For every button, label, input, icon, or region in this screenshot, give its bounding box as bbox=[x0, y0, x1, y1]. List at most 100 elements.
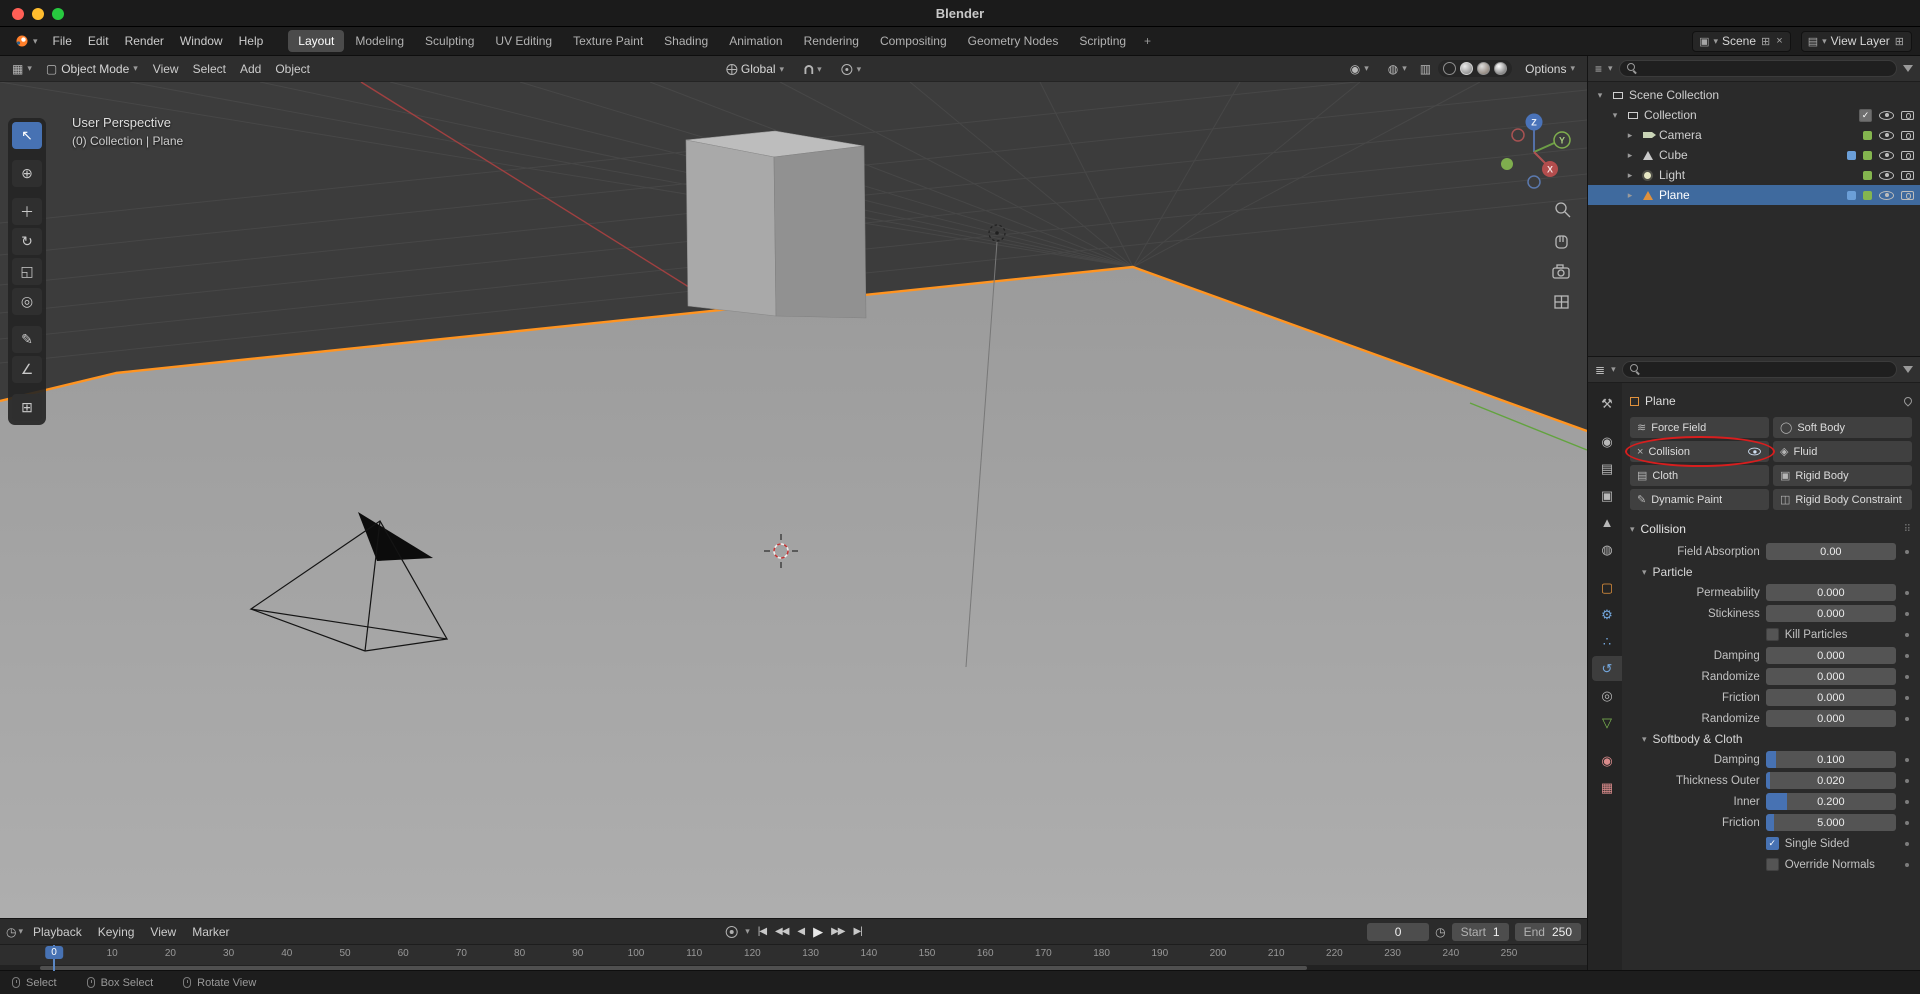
play-button[interactable]: ▶ bbox=[813, 924, 822, 940]
workspace-tab-rendering[interactable]: Rendering bbox=[794, 30, 869, 52]
editor-type-button[interactable]: ▦ ▾ bbox=[6, 60, 38, 78]
disclosure-arrow[interactable]: ▾ bbox=[1594, 90, 1606, 101]
stickiness-field[interactable]: 0.000 bbox=[1766, 605, 1896, 622]
friction-field[interactable]: 5.000 bbox=[1766, 814, 1896, 831]
workspace-tab-animation[interactable]: Animation bbox=[719, 30, 792, 52]
animate-dot[interactable] bbox=[1902, 550, 1912, 554]
output-properties-tab[interactable]: ▤ bbox=[1592, 456, 1622, 481]
solid-shading-button[interactable] bbox=[1460, 62, 1473, 75]
disable-in-render-camera-icon[interactable] bbox=[1901, 111, 1914, 120]
collision-visibility-eye-icon[interactable] bbox=[1748, 448, 1761, 456]
gizmo-y-negative[interactable] bbox=[1501, 158, 1513, 170]
viewport-menu-view[interactable]: View bbox=[146, 60, 186, 78]
randomize-field[interactable]: 0.000 bbox=[1766, 710, 1896, 727]
particles-properties-tab[interactable]: ∴ bbox=[1592, 629, 1622, 654]
frame-start-field[interactable]: Start 1 bbox=[1452, 923, 1509, 941]
select-box-tool-button[interactable]: ↖ bbox=[12, 122, 42, 149]
wireframe-shading-button[interactable] bbox=[1443, 62, 1456, 75]
playhead-badge[interactable]: 0 bbox=[45, 946, 63, 959]
transform-tool-button[interactable]: ◎ bbox=[12, 288, 42, 315]
cursor-tool-button[interactable]: ⊕ bbox=[12, 160, 42, 187]
view-layer-properties-tab[interactable]: ▣ bbox=[1592, 483, 1622, 508]
timeline-menu-view[interactable]: View bbox=[142, 922, 184, 942]
hide-in-viewport-eye-icon[interactable] bbox=[1879, 151, 1894, 160]
material-preview-button[interactable] bbox=[1477, 62, 1490, 75]
animate-dot[interactable] bbox=[1902, 779, 1912, 783]
inner-field[interactable]: 0.200 bbox=[1766, 793, 1896, 810]
filter-icon[interactable] bbox=[1903, 366, 1913, 373]
friction-field[interactable]: 0.000 bbox=[1766, 689, 1896, 706]
rotate-tool-button[interactable]: ↻ bbox=[12, 228, 42, 255]
toggle-xray-button[interactable]: ▥ bbox=[1420, 62, 1431, 76]
frame-end-field[interactable]: End 250 bbox=[1515, 923, 1581, 941]
workspace-tab-modeling[interactable]: Modeling bbox=[345, 30, 414, 52]
menu-window[interactable]: Window bbox=[172, 31, 231, 51]
timeline-editor-icon[interactable]: ◷ bbox=[6, 925, 16, 939]
show-gizmos-toggle[interactable]: ◉ ▾ bbox=[1344, 60, 1375, 78]
animate-dot[interactable] bbox=[1902, 863, 1912, 867]
override-normals-checkbox[interactable] bbox=[1766, 858, 1779, 871]
3d-viewport-canvas[interactable]: Z Y X bbox=[0, 56, 1587, 918]
collision-panel-header[interactable]: ▾ Collision ⠿ bbox=[1630, 517, 1912, 541]
gizmo-z-negative[interactable] bbox=[1528, 176, 1540, 188]
material-properties-tab[interactable]: ◉ bbox=[1592, 748, 1622, 773]
next-keyframe-button[interactable]: ▶▶ bbox=[831, 926, 844, 937]
viewport-menu-add[interactable]: Add bbox=[233, 60, 268, 78]
animate-dot[interactable] bbox=[1902, 654, 1912, 658]
animate-dot[interactable] bbox=[1902, 717, 1912, 721]
rigid-body-button[interactable]: ▣Rigid Body bbox=[1773, 465, 1912, 486]
measure-tool-button[interactable]: ∠ bbox=[12, 356, 42, 383]
close-window-button[interactable] bbox=[12, 8, 24, 20]
disclosure-arrow[interactable]: ▸ bbox=[1624, 130, 1636, 141]
outliner-row-camera[interactable]: ▸Camera bbox=[1588, 125, 1920, 145]
single-sided-checkbox[interactable]: ✓ bbox=[1766, 837, 1779, 850]
preview-range-icon[interactable]: ◷ bbox=[1435, 925, 1445, 939]
object-properties-tab[interactable]: ▢ bbox=[1592, 575, 1622, 600]
hide-in-viewport-eye-icon[interactable] bbox=[1879, 191, 1894, 200]
properties-search-input[interactable] bbox=[1622, 361, 1897, 378]
unlink-scene-button[interactable]: × bbox=[1775, 35, 1783, 47]
workspace-tab-shading[interactable]: Shading bbox=[654, 30, 718, 52]
animate-dot[interactable] bbox=[1902, 800, 1912, 804]
menu-render[interactable]: Render bbox=[117, 31, 172, 51]
texture-properties-tab[interactable]: ▦ bbox=[1592, 775, 1622, 800]
annotate-tool-button[interactable]: ✎ bbox=[12, 326, 42, 353]
animate-dot[interactable] bbox=[1902, 591, 1912, 595]
hide-in-viewport-eye-icon[interactable] bbox=[1879, 111, 1894, 120]
workspace-tab-texture-paint[interactable]: Texture Paint bbox=[563, 30, 653, 52]
play-reverse-button[interactable]: ◀ bbox=[797, 926, 804, 937]
cloth-button[interactable]: ▤Cloth bbox=[1630, 465, 1769, 486]
disable-in-render-camera-icon[interactable] bbox=[1901, 151, 1914, 160]
panel-grip-icon[interactable]: ⠿ bbox=[1904, 524, 1912, 535]
add-cube-tool-button[interactable]: ⊞ bbox=[12, 394, 42, 421]
animate-dot[interactable] bbox=[1902, 758, 1912, 762]
permeability-field[interactable]: 0.000 bbox=[1766, 584, 1896, 601]
timeline-menu-playback[interactable]: Playback bbox=[25, 922, 90, 942]
animate-dot[interactable] bbox=[1902, 842, 1912, 846]
menu-help[interactable]: Help bbox=[231, 31, 272, 51]
animate-dot[interactable] bbox=[1902, 821, 1912, 825]
animate-dot[interactable] bbox=[1902, 675, 1912, 679]
workspace-tab-compositing[interactable]: Compositing bbox=[870, 30, 957, 52]
outliner-search-input[interactable] bbox=[1619, 60, 1897, 77]
tool-properties-tab[interactable]: ⚒ bbox=[1592, 391, 1622, 416]
disclosure-arrow[interactable]: ▾ bbox=[1609, 110, 1621, 121]
outliner-editor-icon[interactable]: ≡ bbox=[1595, 62, 1602, 76]
disable-in-render-camera-icon[interactable] bbox=[1901, 191, 1914, 200]
scale-tool-button[interactable]: ◱ bbox=[12, 258, 42, 285]
force-field-button[interactable]: ≋Force Field bbox=[1630, 417, 1769, 438]
damping-field[interactable]: 0.000 bbox=[1766, 647, 1896, 664]
scene-properties-tab[interactable]: ▲ bbox=[1592, 510, 1622, 535]
disable-in-render-camera-icon[interactable] bbox=[1901, 131, 1914, 140]
particle-section-header[interactable]: ▾ Particle bbox=[1630, 562, 1912, 582]
fluid-button[interactable]: ◈Fluid bbox=[1773, 441, 1912, 462]
prev-keyframe-button[interactable]: ◀◀ bbox=[775, 926, 788, 937]
plane-object[interactable] bbox=[0, 267, 1587, 918]
timeline-ruler[interactable]: 0102030405060708090100110120130140150160… bbox=[0, 945, 1587, 965]
zoom-window-button[interactable] bbox=[52, 8, 64, 20]
thickness-outer-field[interactable]: 0.020 bbox=[1766, 772, 1896, 789]
viewport-menu-object[interactable]: Object bbox=[268, 60, 317, 78]
outliner-row-collection[interactable]: ▾Collection✓ bbox=[1588, 105, 1920, 125]
transform-orientation-dropdown[interactable]: Global ▾ bbox=[720, 60, 790, 78]
outliner-row-scene-collection[interactable]: ▾Scene Collection bbox=[1588, 85, 1920, 105]
